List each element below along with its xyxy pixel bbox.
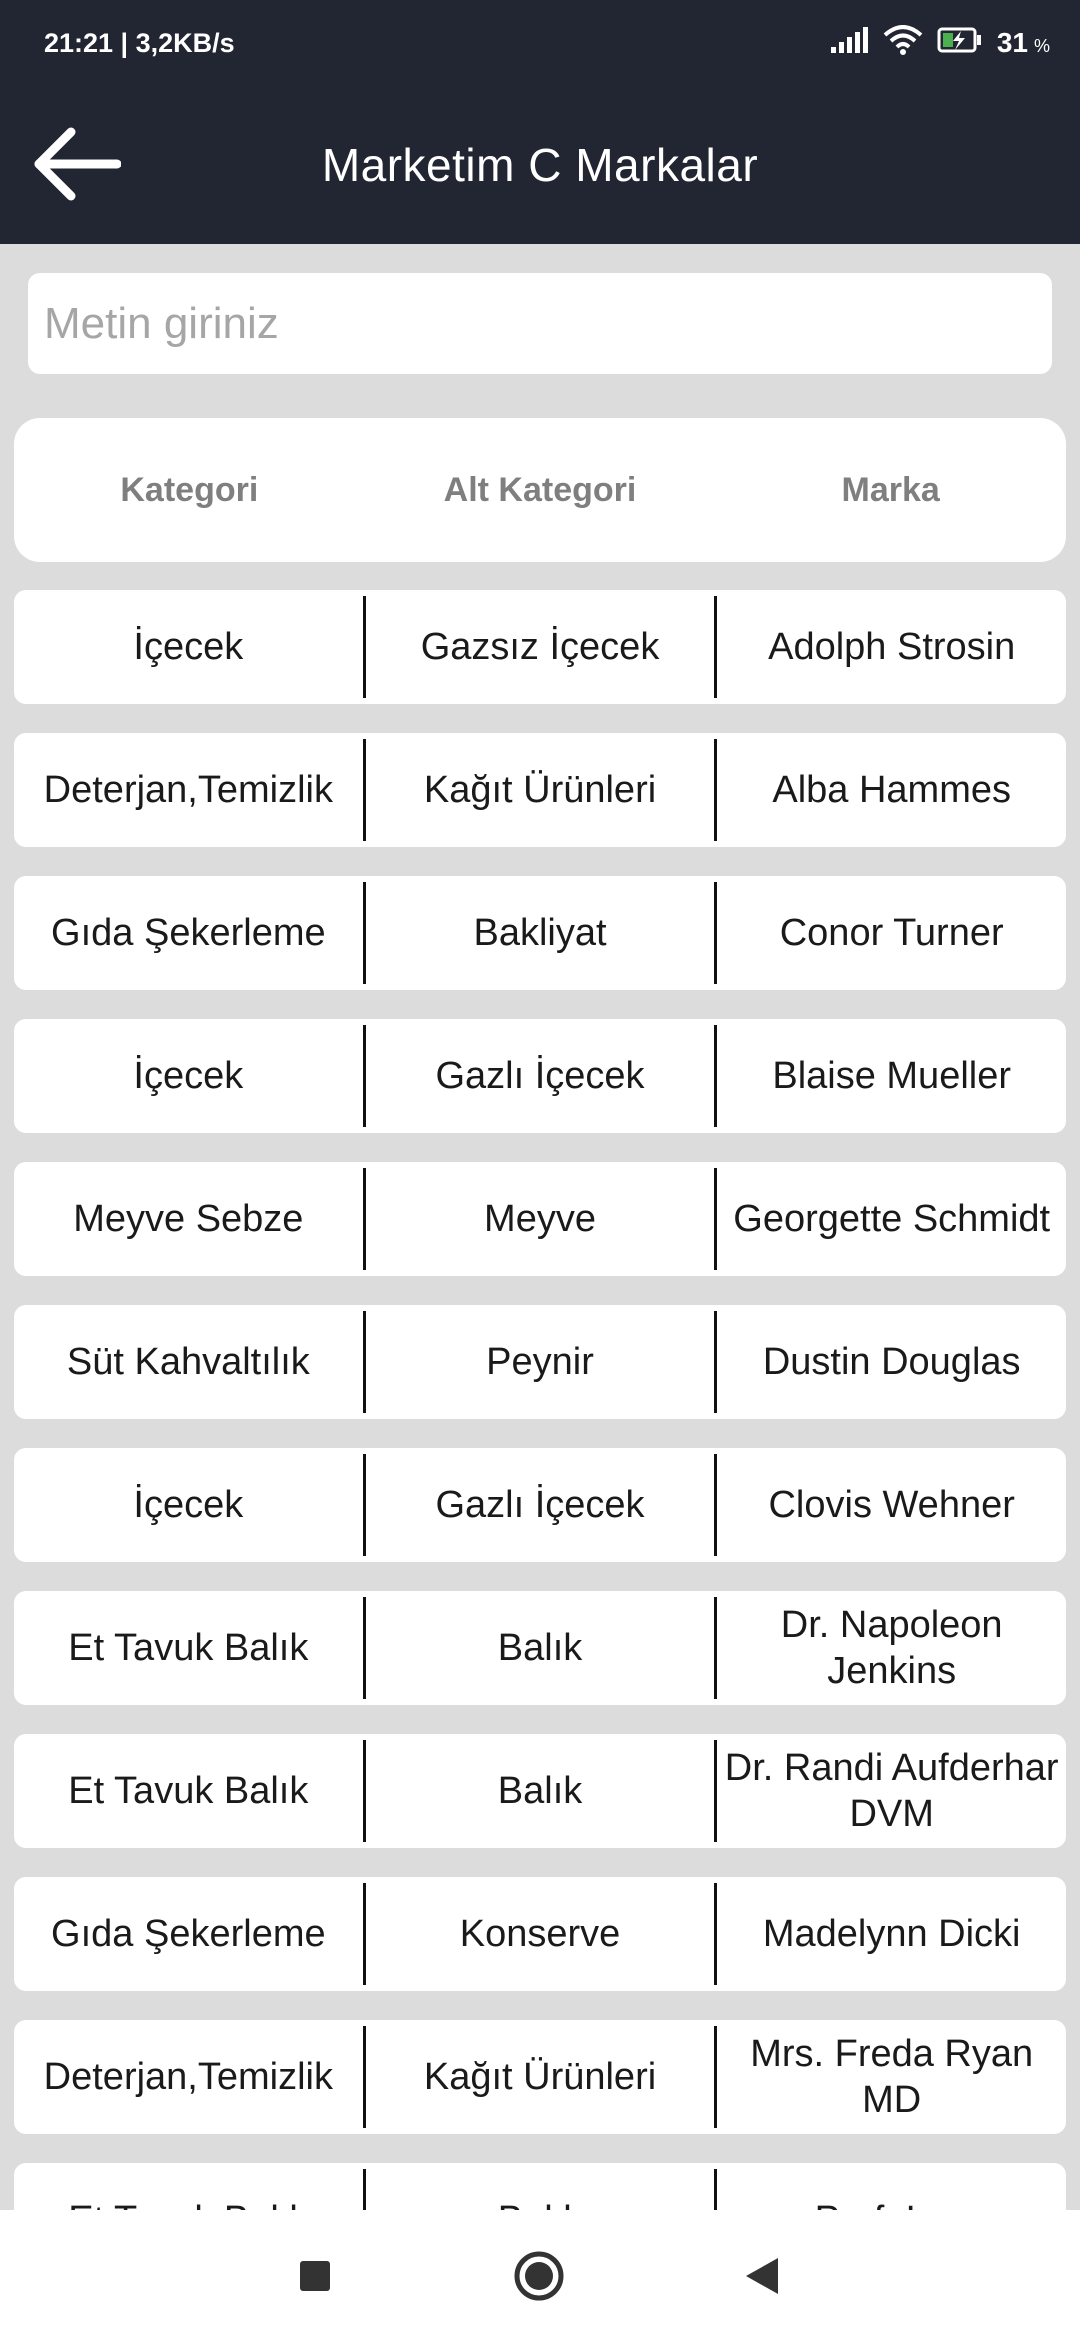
brand-cell: Conor Turner: [779, 912, 1004, 954]
brand-list[interactable]: İçecek Gazsız İçecek Adolph Strosin Deterja…: [14, 590, 1066, 2210]
subcategory-cell: Kağıt Ürünleri: [423, 2056, 657, 2098]
subcategory-cell: Gazlı İçecek: [435, 1484, 645, 1526]
battery-charging-icon: [937, 26, 983, 61]
subcategory-cell: Gazsız İçecek: [420, 626, 660, 668]
category-cell: Et Tavuk Balık: [14, 2163, 363, 2210]
recents-button[interactable]: [277, 2240, 353, 2316]
brand-cell: Dr. Randi Aufderhar DVM: [724, 1747, 1059, 1835]
percent-sign: %: [1033, 35, 1050, 56]
table-row[interactable]: Et Tavuk Balık Balık Dr. Randi Aufderhar D…: [14, 1734, 1066, 1848]
brand-cell: Alba Hammes: [772, 769, 1011, 811]
search-input[interactable]: [44, 298, 1052, 349]
recents-square-icon: [298, 2259, 332, 2298]
table-row[interactable]: Deterjan,Temizlik Kağıt Ürünleri Mrs. Fred…: [14, 2020, 1066, 2134]
table-row[interactable]: Deterjan,Temizlik Kağıt Ürünleri Alba Hamm…: [14, 733, 1066, 847]
category-cell: İçecek: [133, 1484, 244, 1526]
brand-cell: Prof. Ima: [717, 2163, 1066, 2210]
category-cell: Et Tavuk Balık: [68, 1627, 309, 1669]
category-cell: Deterjan,Temizlik: [43, 769, 333, 811]
table-row[interactable]: Et Tavuk Balık Balık Dr. Napoleon Jenkins: [14, 1591, 1066, 1705]
table-row[interactable]: Meyve Sebze Meyve Georgette Schmidt: [14, 1162, 1066, 1276]
home-circle-icon: [513, 2250, 565, 2307]
subcategory-cell: Bakliyat: [473, 912, 607, 954]
brand-cell: Madelynn Dicki: [762, 1913, 1021, 1955]
wifi-icon: [883, 24, 923, 62]
header-cell: Marka: [841, 470, 940, 509]
header-cell: Alt Kategori: [443, 470, 637, 509]
search-box: [28, 273, 1052, 374]
back-triangle-icon: [744, 2256, 780, 2301]
brand-cell: Dustin Douglas: [762, 1341, 1021, 1383]
subcategory-cell: Kağıt Ürünleri: [423, 769, 657, 811]
subcategory-cell: Balık: [497, 1627, 583, 1669]
app-bar: Marketim C Markalar: [0, 86, 1080, 244]
subcategory-cell: Balık: [497, 1770, 583, 1812]
status-icons: 31 %: [830, 24, 1050, 62]
category-cell: Et Tavuk Balık: [68, 1770, 309, 1812]
home-button[interactable]: [501, 2240, 577, 2316]
category-cell: İçecek: [133, 1055, 244, 1097]
brand-cell: Mrs. Freda Ryan MD: [750, 2033, 1034, 2121]
header-cell: Kategori: [120, 470, 259, 509]
nav-back-button[interactable]: [724, 2240, 800, 2316]
brand-cell: Clovis Wehner: [768, 1484, 1015, 1526]
table-row[interactable]: İçecek Gazlı İçecek Clovis Wehner: [14, 1448, 1066, 1562]
brand-cell: Blaise Mueller: [772, 1055, 1011, 1097]
category-cell: Meyve Sebze: [73, 1198, 304, 1240]
brand-cell: Dr. Napoleon Jenkins: [780, 1604, 1003, 1692]
table-row[interactable]: Gıda Şekerleme Konserve Madelynn Dicki: [14, 1877, 1066, 1991]
subcategory-cell: Meyve: [484, 1198, 596, 1240]
brand-cell: Adolph Strosin: [768, 626, 1016, 668]
category-cell: Gıda Şekerleme: [51, 1913, 326, 1955]
table-row[interactable]: Gıda Şekerleme Bakliyat Conor Turner: [14, 876, 1066, 990]
table-row[interactable]: İçecek Gazsız İçecek Adolph Strosin: [14, 590, 1066, 704]
system-nav-bar: [0, 2210, 1080, 2340]
table-row[interactable]: İçecek Gazlı İçecek Blaise Mueller: [14, 1019, 1066, 1133]
signal-icon: [830, 26, 869, 60]
subcategory-cell: Konserve: [459, 1913, 621, 1955]
category-cell: İçecek: [133, 626, 244, 668]
screen: 21:21 | 3,2KB/s 31 % Marketim C Markalar…: [0, 0, 1080, 2340]
status-time-speed: 21:21 | 3,2KB/s: [44, 27, 235, 58]
brand-cell: Georgette Schmidt: [733, 1198, 1051, 1240]
status-bar: 21:21 | 3,2KB/s 31 %: [0, 0, 1080, 86]
category-cell: Gıda Şekerleme: [51, 912, 326, 954]
category-cell: Süt Kahvaltılık: [66, 1341, 310, 1383]
table-header: Kategori Alt Kategori Marka: [14, 418, 1066, 562]
table-row[interactable]: Süt Kahvaltılık Peynir Dustin Douglas: [14, 1305, 1066, 1419]
subcategory-cell: Gazlı İçecek: [435, 1055, 645, 1097]
subcategory-cell: Balık: [366, 2163, 715, 2210]
subcategory-cell: Peynir: [486, 1341, 594, 1383]
battery-percent: 31: [996, 27, 1028, 58]
page-title: Marketim C Markalar: [321, 139, 759, 191]
table-row[interactable]: Et Tavuk BalıkBalıkProf. Ima: [14, 2163, 1066, 2210]
category-cell: Deterjan,Temizlik: [43, 2056, 333, 2098]
